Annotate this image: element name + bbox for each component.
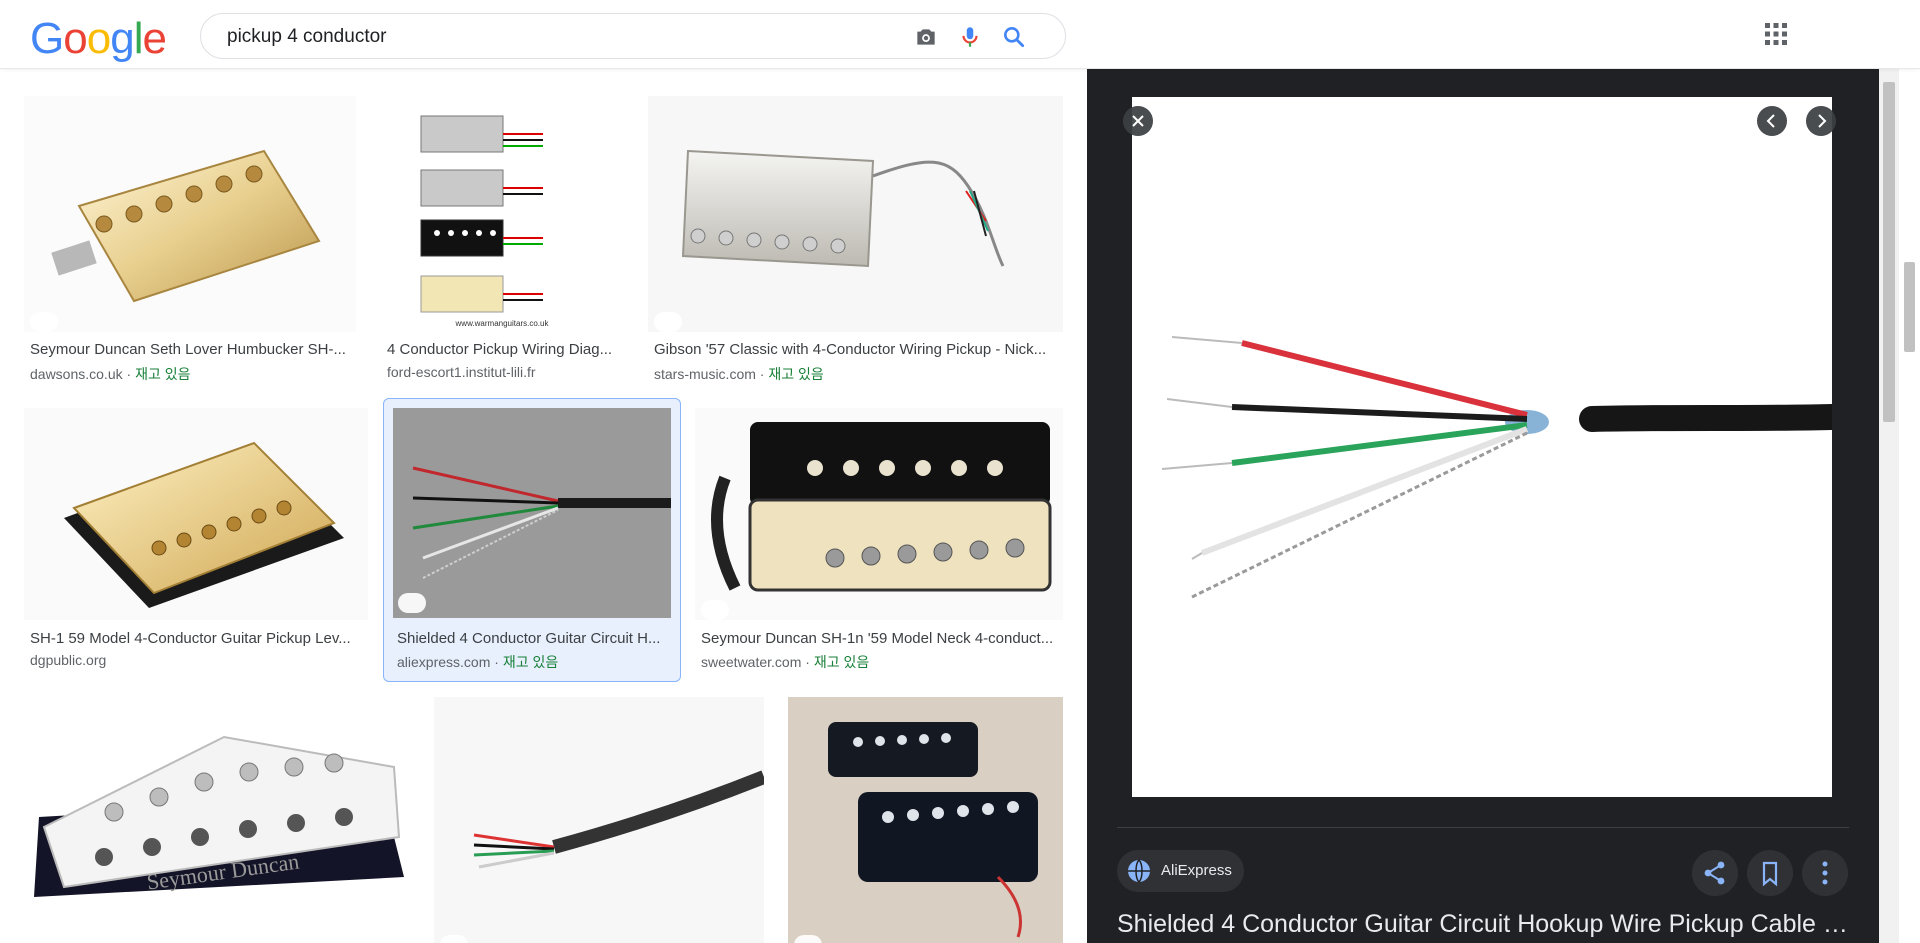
- result-title[interactable]: Seymour Duncan SH-1n '59 Model Neck 4-co…: [701, 630, 1063, 647]
- shopping-tag-icon: [654, 312, 682, 332]
- top-bar: Google: [0, 0, 1920, 69]
- result-source[interactable]: dawsons.co.uk · 재고 있음: [30, 364, 190, 384]
- camera-icon[interactable]: [913, 24, 939, 50]
- source-domain: sweetwater.com: [701, 654, 802, 670]
- result-title[interactable]: Gibson '57 Classic with 4-Conductor Wiri…: [654, 341, 1063, 358]
- white-seymour-duncan-image: Seymour Duncan: [34, 735, 404, 897]
- result-source[interactable]: stars-music.com · 재고 있음: [654, 364, 824, 384]
- logo-letter: l: [133, 14, 144, 63]
- result-source[interactable]: sweetwater.com · 재고 있음: [701, 652, 869, 672]
- result-tile[interactable]: SH-1 59 Model 4-Conductor Guitar Pickup …: [24, 408, 368, 686]
- result-tile-selected[interactable]: Shielded 4 Conductor Guitar Circuit H...…: [383, 398, 681, 682]
- viewer-title[interactable]: Shielded 4 Conductor Guitar Circuit Hook…: [1117, 910, 1857, 939]
- shielded-cable-thumbnail: [412, 466, 671, 579]
- page-scrollbar[interactable]: [1899, 68, 1920, 943]
- page-scrollbar-thumb[interactable]: [1904, 262, 1915, 352]
- viewer-divider: [1117, 827, 1849, 828]
- image-viewer-panel: AliExpress Shielded 4 Conductor Guitar C…: [1087, 68, 1879, 943]
- separator-dot: ·: [122, 366, 136, 382]
- chevron-right-icon[interactable]: [1806, 106, 1836, 136]
- result-thumbnail[interactable]: www.warmanguitars.co.uk: [381, 96, 623, 332]
- black-cable-image: [473, 770, 764, 869]
- logo-letter: G: [30, 14, 64, 63]
- share-icon[interactable]: [1692, 850, 1738, 896]
- separator-dot: ·: [801, 654, 814, 670]
- source-domain: dgpublic.org: [30, 652, 107, 668]
- result-thumbnail[interactable]: [434, 697, 764, 943]
- gold-humbucker-image: [51, 149, 321, 303]
- logo-letter: o: [86, 14, 112, 63]
- shopping-tag-icon: [701, 600, 729, 620]
- result-thumbnail[interactable]: [788, 697, 1063, 943]
- bookmark-icon[interactable]: [1747, 850, 1793, 896]
- two-pickups-image: [828, 722, 1038, 938]
- separator-dot: ·: [755, 366, 769, 382]
- result-tile[interactable]: Gibson '57 Classic with 4-Conductor Wiri…: [648, 96, 1063, 386]
- search-box[interactable]: [200, 13, 1066, 59]
- result-thumbnail[interactable]: [648, 96, 1063, 332]
- result-tile[interactable]: [788, 697, 1063, 943]
- result-title[interactable]: SH-1 59 Model 4-Conductor Guitar Pickup …: [30, 630, 368, 647]
- microphone-icon[interactable]: [957, 24, 983, 50]
- image-results-grid: Seymour Duncan Seth Lover Humbucker SH-.…: [0, 68, 1086, 943]
- result-tile[interactable]: Seymour Duncan: [24, 697, 410, 943]
- result-title[interactable]: 4 Conductor Pickup Wiring Diag...: [387, 341, 623, 358]
- shopping-tag-icon: [440, 935, 468, 943]
- source-domain: aliexpress.com: [397, 654, 491, 670]
- source-chip[interactable]: AliExpress: [1117, 850, 1244, 892]
- separator-dot: ·: [490, 654, 503, 670]
- result-thumbnail[interactable]: [393, 408, 671, 618]
- chrome-humbucker-image: [681, 149, 1005, 268]
- globe-icon: [1128, 859, 1150, 883]
- in-stock-label: 재고 있음: [768, 366, 824, 382]
- in-stock-label: 재고 있음: [813, 654, 870, 670]
- result-tile[interactable]: Seymour Duncan Seth Lover Humbucker SH-.…: [24, 96, 356, 386]
- source-domain: stars-music.com: [654, 366, 756, 382]
- source-domain: dawsons.co.uk: [30, 366, 123, 382]
- viewer-scrollbar[interactable]: [1879, 68, 1899, 943]
- in-stock-label: 재고 있음: [135, 366, 191, 382]
- zebra-humbucker-image: [711, 422, 1052, 592]
- chevron-left-icon[interactable]: [1757, 106, 1787, 136]
- result-thumbnail[interactable]: [24, 96, 356, 332]
- google-logo[interactable]: Google: [30, 14, 167, 64]
- logo-letter: e: [142, 14, 167, 63]
- search-icon[interactable]: [1001, 24, 1027, 50]
- result-source[interactable]: dgpublic.org: [30, 652, 106, 668]
- source-chip-label: AliExpress: [1161, 862, 1232, 879]
- shopping-tag-icon: [30, 312, 58, 332]
- result-tile[interactable]: [434, 697, 764, 943]
- preview-image[interactable]: [1132, 97, 1832, 797]
- result-title[interactable]: Shielded 4 Conductor Guitar Circuit H...: [397, 630, 672, 647]
- shopping-tag-icon: [30, 935, 58, 943]
- diagram-caption: www.warmanguitars.co.uk: [455, 319, 550, 328]
- result-thumbnail[interactable]: [695, 408, 1063, 620]
- logo-letter: g: [110, 14, 135, 63]
- gold-cover-pickup-image: [64, 441, 344, 608]
- result-thumbnail[interactable]: Seymour Duncan: [24, 697, 410, 943]
- search-input[interactable]: [225, 24, 869, 50]
- close-icon[interactable]: [1123, 106, 1153, 136]
- logo-letter: o: [63, 14, 88, 63]
- result-tile[interactable]: Seymour Duncan SH-1n '59 Model Neck 4-co…: [695, 408, 1063, 686]
- wiring-diagram-image: www.warmanguitars.co.uk: [420, 115, 550, 328]
- shopping-tag-icon: [794, 935, 822, 943]
- google-apps-icon[interactable]: [1764, 22, 1788, 46]
- shopping-tag-icon: [398, 593, 426, 613]
- result-tile[interactable]: www.warmanguitars.co.uk 4 Conductor Pick…: [381, 96, 623, 386]
- result-source[interactable]: aliexpress.com · 재고 있음: [397, 652, 558, 672]
- result-thumbnail[interactable]: [24, 408, 368, 620]
- result-title[interactable]: Seymour Duncan Seth Lover Humbucker SH-.…: [30, 341, 356, 358]
- viewer-scrollbar-thumb[interactable]: [1883, 82, 1895, 422]
- source-domain: ford-escort1.institut-lili.fr: [387, 364, 536, 380]
- in-stock-label: 재고 있음: [502, 654, 559, 670]
- result-source[interactable]: ford-escort1.institut-lili.fr: [387, 364, 536, 380]
- more-options-icon[interactable]: [1802, 850, 1848, 896]
- shielded-cable-large-image: [1161, 336, 1832, 599]
